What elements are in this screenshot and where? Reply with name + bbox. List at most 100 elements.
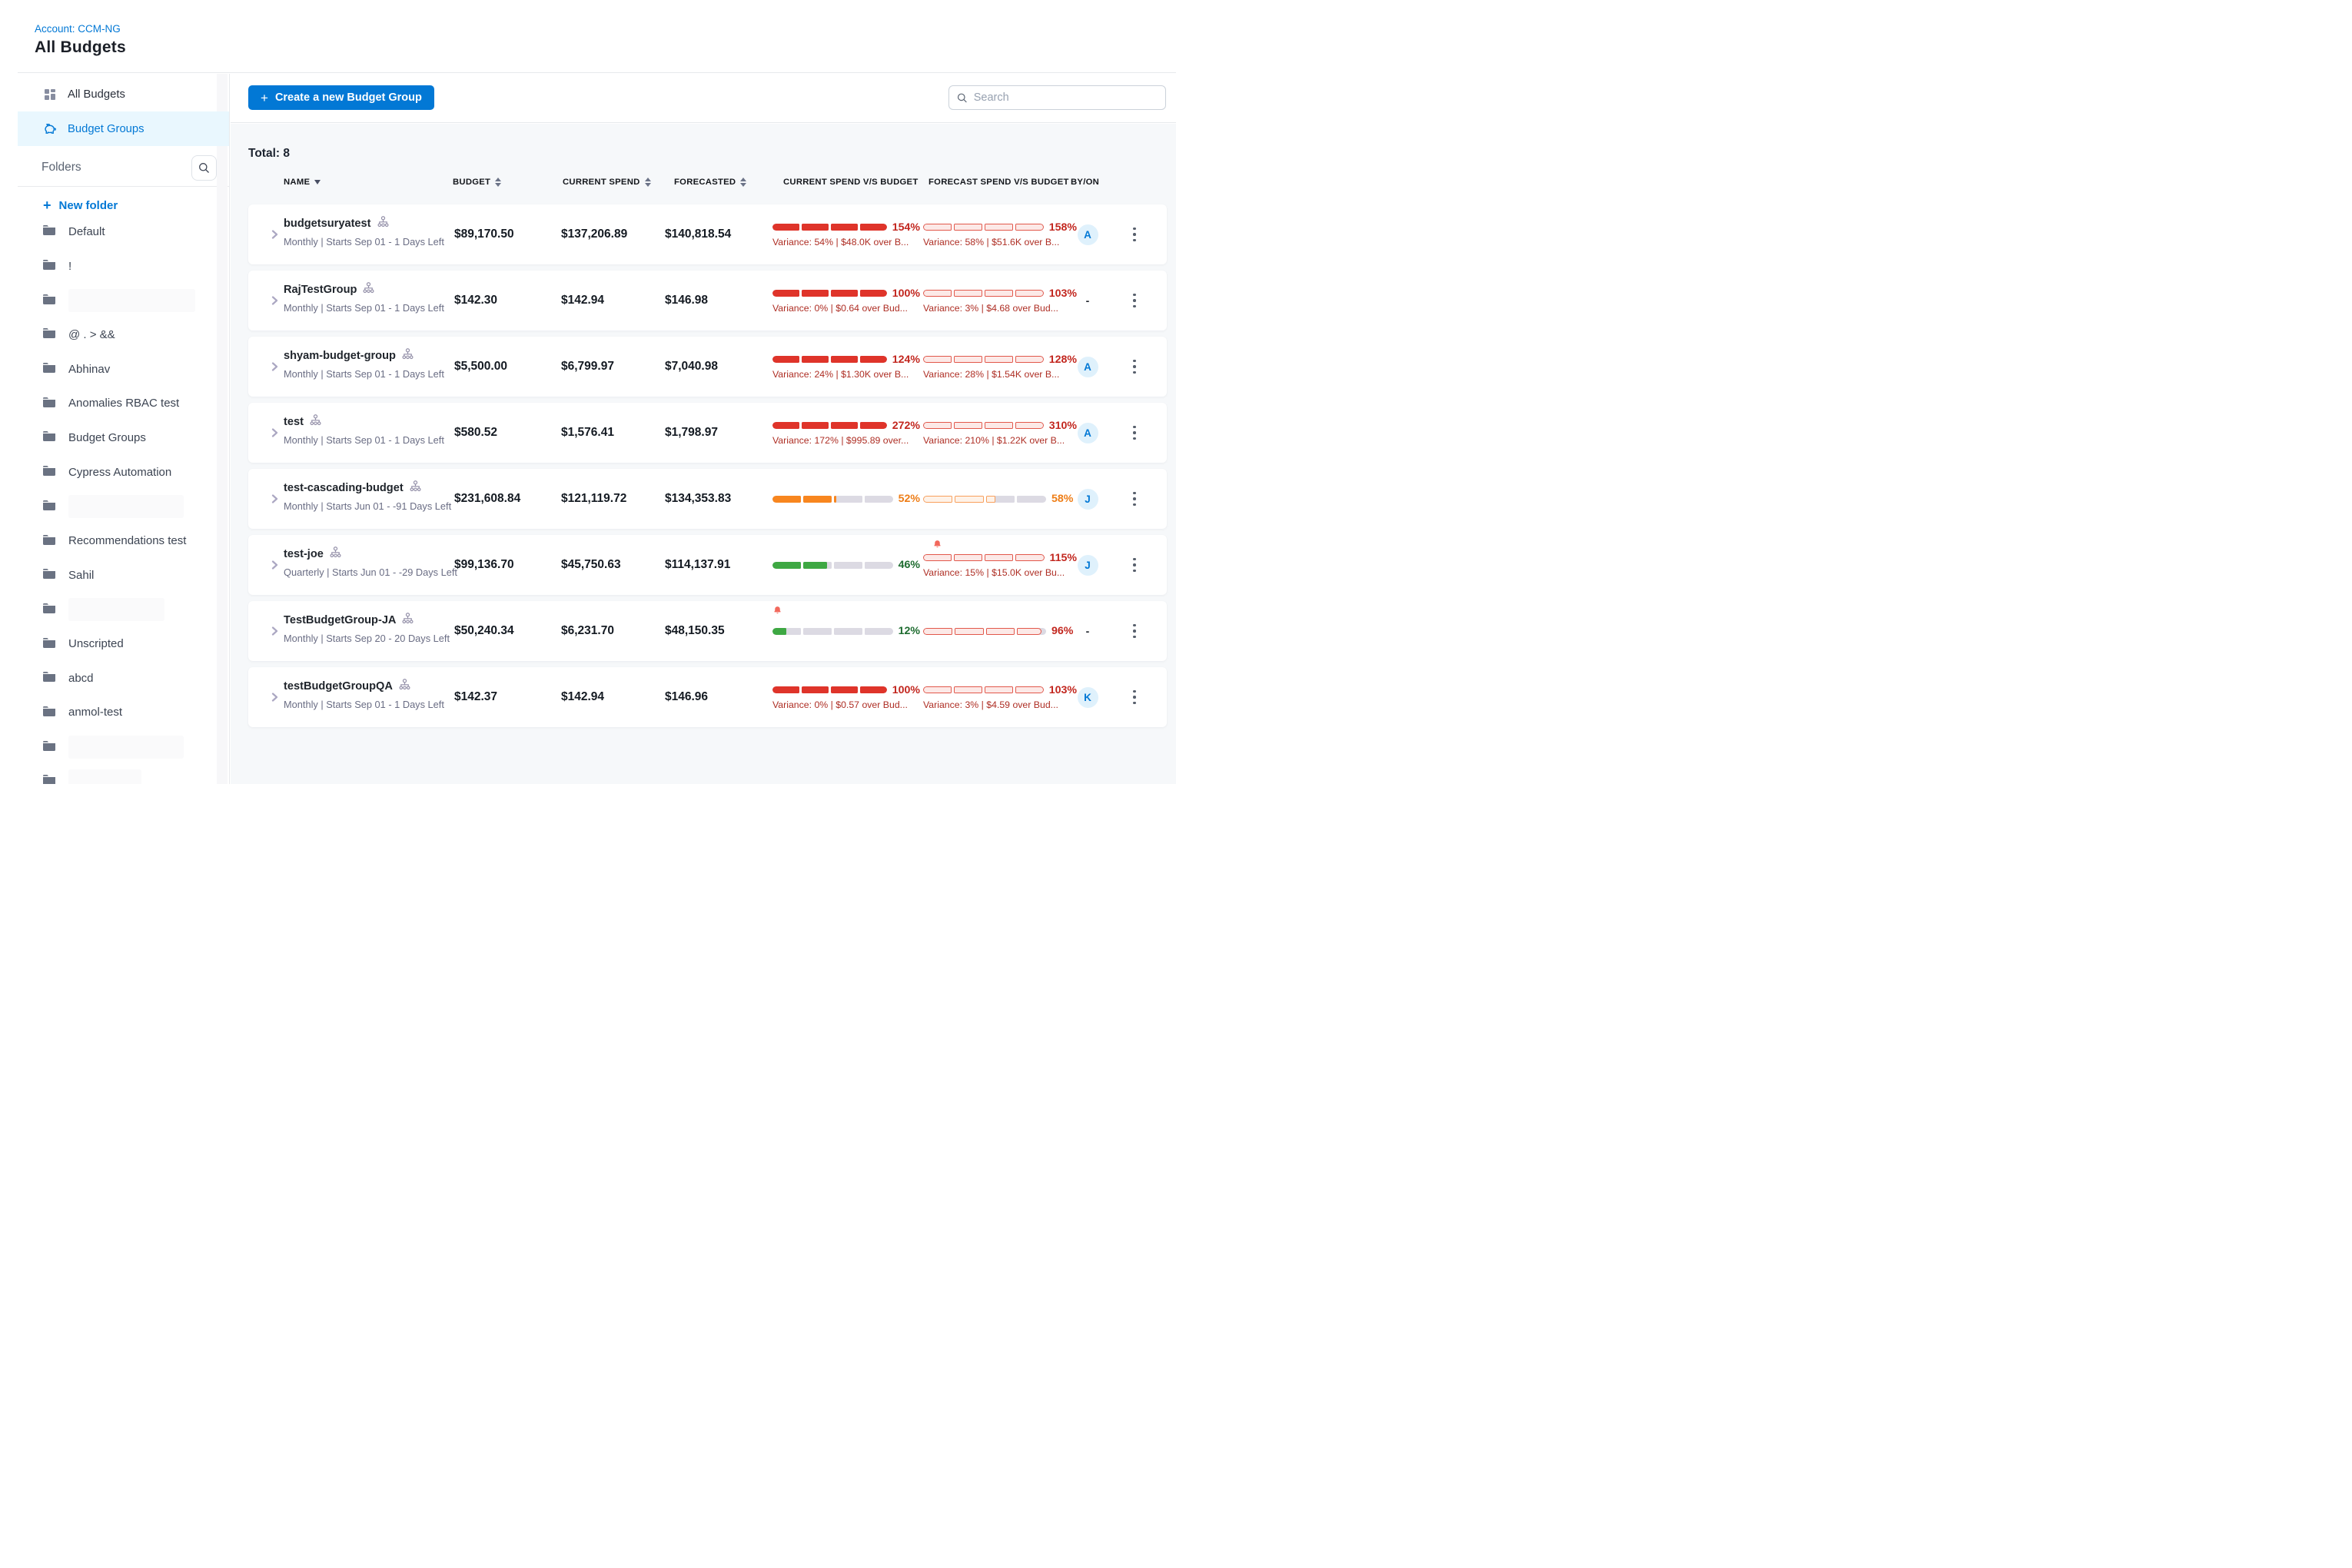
table-row[interactable]: RajTestGroupMonthly | Starts Sep 01 - 1 … bbox=[248, 271, 1167, 331]
row-schedule: Monthly | Starts Sep 01 - 1 Days Left bbox=[284, 368, 444, 380]
plus-icon: + bbox=[43, 198, 51, 212]
folder-item[interactable]: Sahil bbox=[18, 558, 229, 593]
folder-icon bbox=[42, 258, 56, 274]
row-menu-button[interactable] bbox=[1125, 601, 1144, 661]
folder-item[interactable]: anmol-test bbox=[18, 696, 229, 730]
folder-item[interactable] bbox=[18, 729, 229, 764]
toolbar: + Create a new Budget Group bbox=[231, 74, 1176, 123]
new-folder-button[interactable]: + New folder bbox=[43, 198, 229, 213]
folder-item[interactable]: ! bbox=[18, 249, 229, 284]
row-menu-button[interactable] bbox=[1125, 469, 1144, 529]
folder-item[interactable]: Cypress Automation bbox=[18, 455, 229, 490]
row-menu-button[interactable] bbox=[1125, 403, 1144, 463]
sidebar-item-budget-groups[interactable]: Budget Groups bbox=[18, 111, 229, 146]
by-on-dash: - bbox=[1086, 294, 1090, 307]
current-spend-value: $6,799.97 bbox=[561, 360, 614, 374]
row-expand-chevron[interactable] bbox=[268, 228, 281, 241]
current-vs-budget-cell: 46% bbox=[772, 535, 920, 595]
search-box[interactable] bbox=[948, 85, 1166, 110]
row-expand-chevron[interactable] bbox=[268, 294, 281, 307]
current-variance-text: Variance: 54% | $48.0K over B... bbox=[772, 237, 920, 247]
folder-item[interactable]: Anomalies RBAC test bbox=[18, 386, 229, 420]
forecasted-value: $140,818.54 bbox=[665, 228, 731, 241]
sidebar-item-all-budgets[interactable]: All Budgets bbox=[18, 77, 229, 111]
piggy-bank-icon bbox=[43, 122, 57, 136]
owner-avatar: K bbox=[1078, 687, 1098, 708]
folder-item[interactable]: Recommendations test bbox=[18, 523, 229, 558]
folder-item[interactable] bbox=[18, 593, 229, 627]
sidebar-scrollbar[interactable] bbox=[217, 74, 228, 784]
table-row[interactable]: test-joeQuarterly | Starts Jun 01 - -29 … bbox=[248, 535, 1167, 595]
table-row[interactable]: TestBudgetGroup-JAMonthly | Starts Sep 2… bbox=[248, 601, 1167, 661]
budget-value: $580.52 bbox=[454, 426, 497, 440]
table-row[interactable]: budgetsuryatestMonthly | Starts Sep 01 -… bbox=[248, 204, 1167, 264]
by-on-cell: - bbox=[1072, 601, 1103, 661]
budget-value: $99,136.70 bbox=[454, 558, 514, 572]
forecasted-value: $114,137.91 bbox=[665, 558, 730, 572]
folder-name: Abhinav bbox=[68, 363, 110, 376]
owner-avatar: A bbox=[1078, 423, 1098, 443]
budget-group-name: test-cascading-budget bbox=[284, 482, 404, 494]
budget-value: $142.37 bbox=[454, 690, 497, 704]
folder-name: @ . > && bbox=[68, 328, 115, 341]
folder-name-redacted bbox=[68, 736, 184, 759]
create-budget-group-button[interactable]: + Create a new Budget Group bbox=[248, 85, 434, 110]
forecast-vs-budget-cell: 103%Variance: 3% | $4.59 over Bud... bbox=[923, 667, 1077, 727]
row-expand-chevron[interactable] bbox=[268, 559, 281, 571]
forecast-vs-budget-cell: 128%Variance: 28% | $1.54K over B... bbox=[923, 337, 1077, 397]
forecast-variance-text: Variance: 28% | $1.54K over B... bbox=[923, 369, 1077, 380]
folder-icon bbox=[42, 361, 56, 377]
folder-icon bbox=[42, 567, 56, 583]
folders-divider bbox=[18, 186, 229, 187]
column-header-current-spend[interactable]: CURRENT SPEND bbox=[563, 178, 651, 187]
column-header-name[interactable]: NAME bbox=[284, 178, 321, 187]
folder-item[interactable]: Default bbox=[18, 214, 229, 249]
account-breadcrumb[interactable]: Account: CCM-NG bbox=[35, 23, 121, 35]
folder-item[interactable]: @ . > && bbox=[18, 317, 229, 352]
folder-icon bbox=[42, 670, 56, 686]
row-expand-chevron[interactable] bbox=[268, 493, 281, 505]
folder-item[interactable]: abcd bbox=[18, 661, 229, 696]
table-row[interactable]: test-cascading-budgetMonthly | Starts Ju… bbox=[248, 469, 1167, 529]
table-header: NAMEBUDGETCURRENT SPENDFORECASTEDCURRENT… bbox=[248, 161, 1167, 203]
table-row[interactable]: testBudgetGroupQAMonthly | Starts Sep 01… bbox=[248, 667, 1167, 727]
forecast-vs-budget-cell: 115%Variance: 15% | $15.0K over Bu... bbox=[923, 535, 1077, 595]
current-vs-budget-percent: 46% bbox=[899, 559, 920, 571]
owner-avatar: J bbox=[1078, 489, 1098, 510]
row-menu-button[interactable] bbox=[1125, 204, 1144, 264]
table-row[interactable]: shyam-budget-groupMonthly | Starts Sep 0… bbox=[248, 337, 1167, 397]
row-menu-button[interactable] bbox=[1125, 271, 1144, 331]
current-variance-text: Variance: 0% | $0.57 over Bud... bbox=[772, 699, 920, 710]
table-row[interactable]: testMonthly | Starts Sep 01 - 1 Days Lef… bbox=[248, 403, 1167, 463]
row-expand-chevron[interactable] bbox=[268, 360, 281, 373]
folder-icon bbox=[42, 602, 56, 617]
budget-group-name: RajTestGroup bbox=[284, 284, 357, 296]
row-menu-button[interactable] bbox=[1125, 535, 1144, 595]
row-expand-chevron[interactable] bbox=[268, 427, 281, 439]
hierarchy-icon bbox=[410, 480, 421, 495]
row-expand-chevron[interactable] bbox=[268, 625, 281, 637]
folder-item[interactable] bbox=[18, 283, 229, 317]
current-spend-value: $142.94 bbox=[561, 690, 604, 704]
row-expand-chevron[interactable] bbox=[268, 691, 281, 703]
forecasted-value: $7,040.98 bbox=[665, 360, 718, 374]
folder-icon bbox=[42, 430, 56, 445]
forecast-vs-budget-bar bbox=[923, 422, 1044, 429]
search-input[interactable] bbox=[974, 91, 1158, 104]
folder-item[interactable]: Unscripted bbox=[18, 626, 229, 661]
folder-item[interactable]: Budget Groups bbox=[18, 420, 229, 455]
folders-search-button[interactable] bbox=[191, 155, 217, 181]
row-menu-button[interactable] bbox=[1125, 667, 1144, 727]
hierarchy-icon bbox=[377, 216, 389, 231]
row-menu-button[interactable] bbox=[1125, 337, 1144, 397]
column-header-forecasted[interactable]: FORECASTED bbox=[674, 178, 746, 187]
column-header-budget[interactable]: BUDGET bbox=[453, 178, 501, 187]
by-on-dash: - bbox=[1086, 625, 1090, 637]
folder-icon bbox=[42, 464, 56, 480]
sort-icon bbox=[740, 178, 746, 187]
folder-item[interactable]: Abhinav bbox=[18, 352, 229, 387]
sort-desc-icon bbox=[314, 180, 321, 184]
folder-item[interactable] bbox=[18, 764, 229, 784]
budget-group-name: testBudgetGroupQA bbox=[284, 680, 393, 693]
folder-item[interactable] bbox=[18, 490, 229, 524]
